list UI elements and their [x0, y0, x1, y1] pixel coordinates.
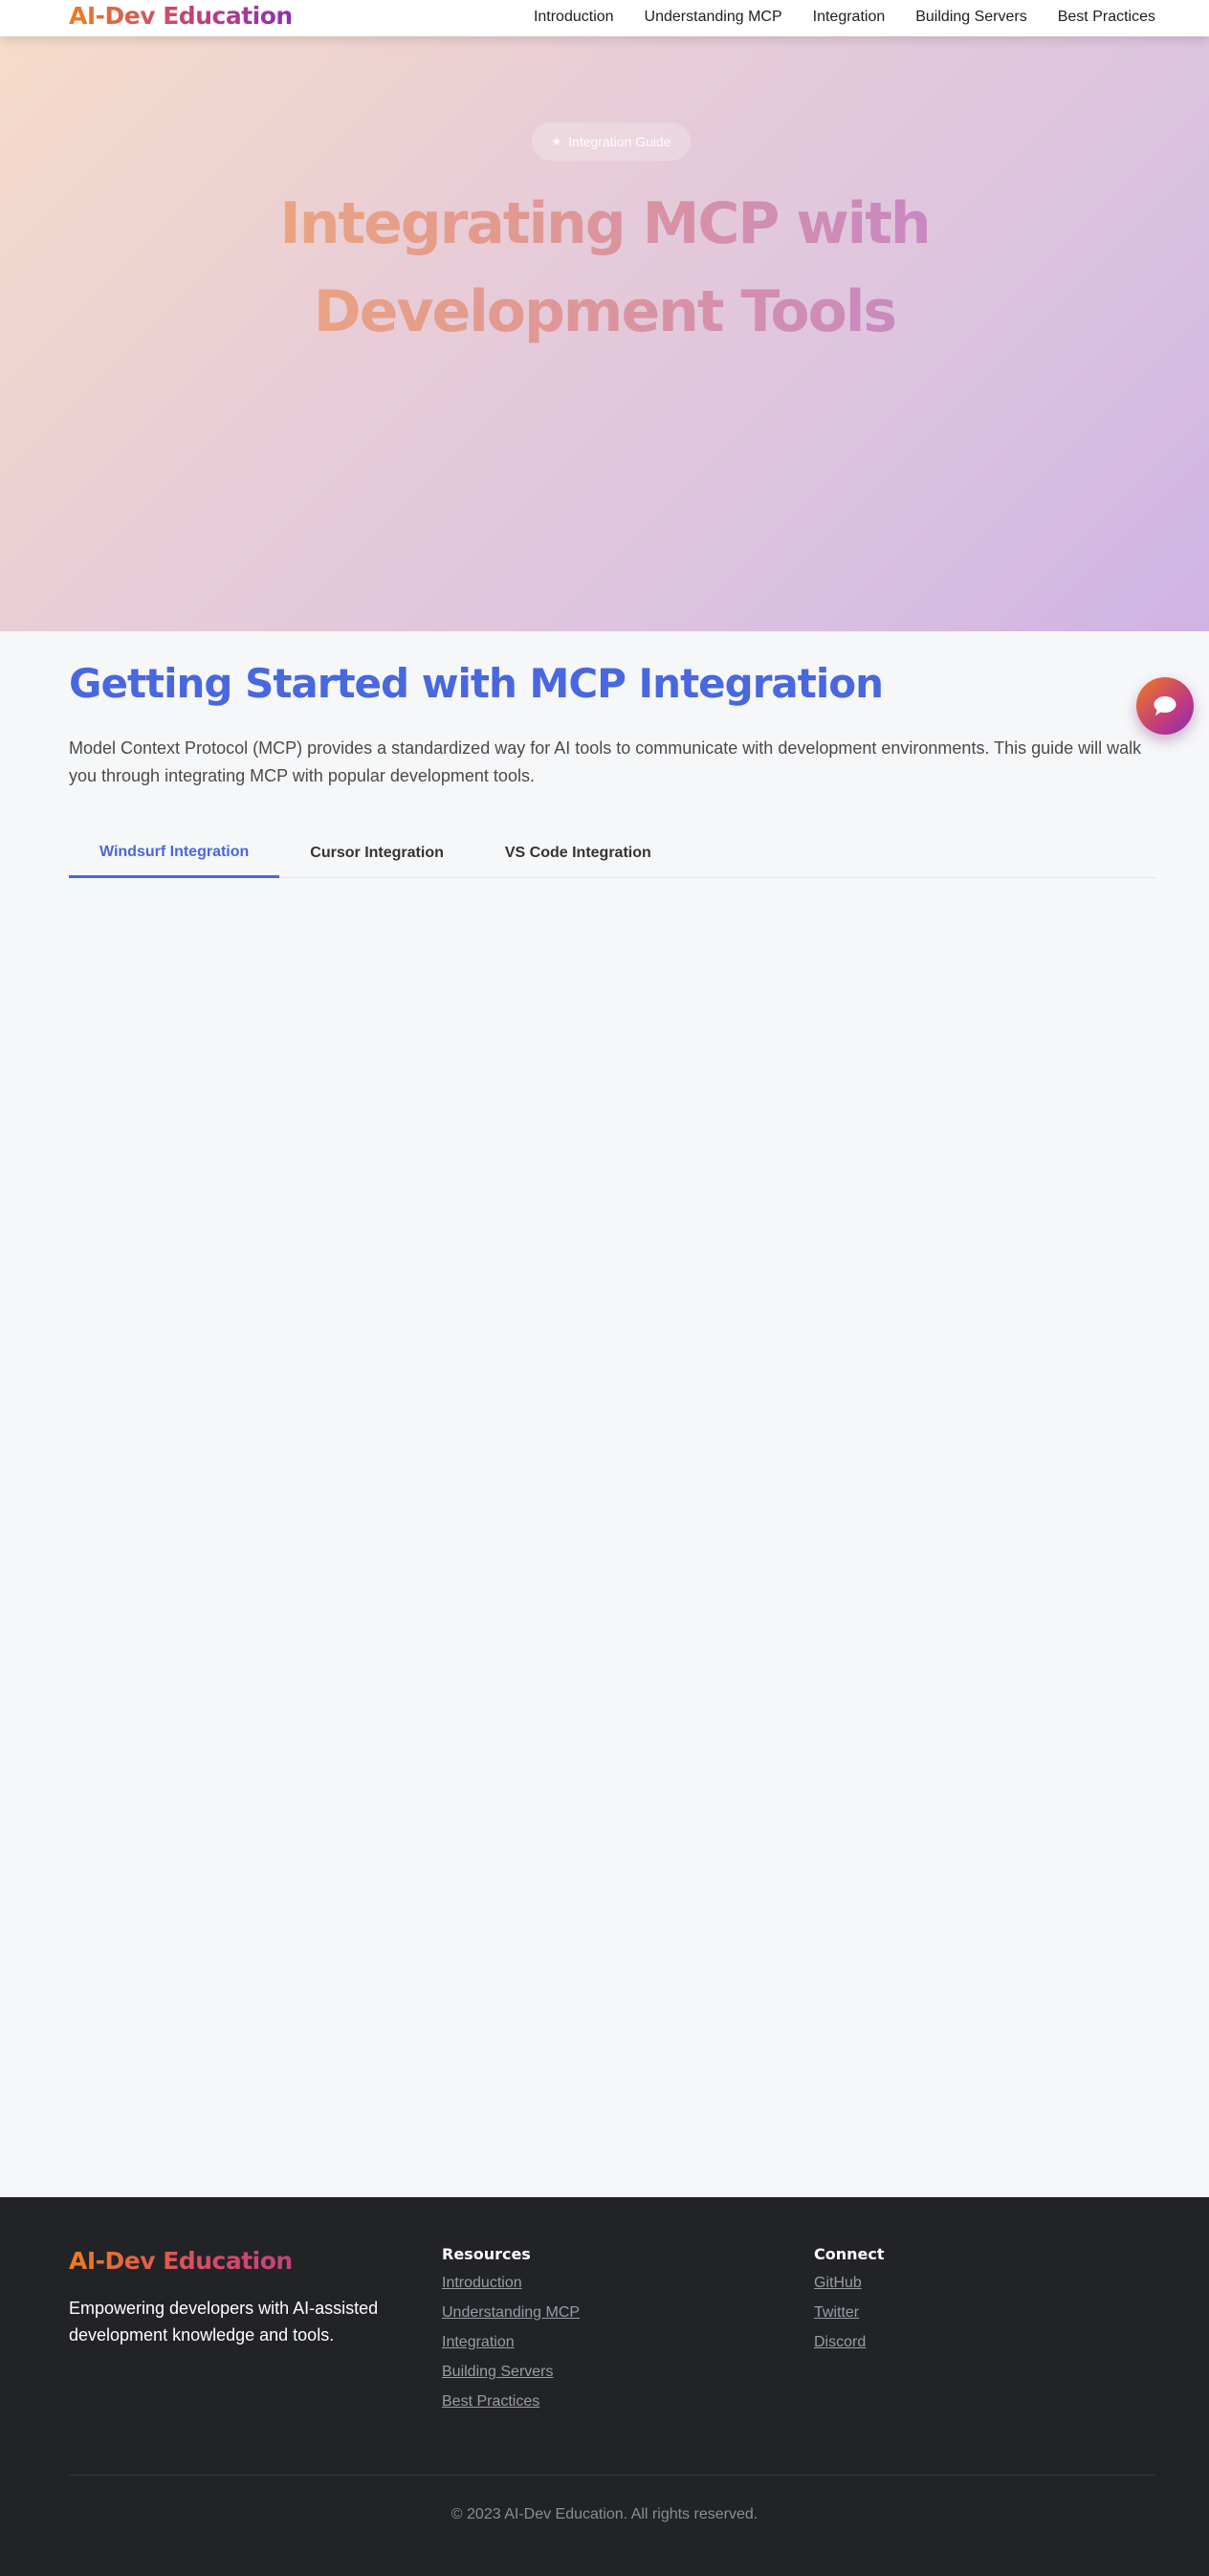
nav-link-building-servers[interactable]: Building Servers [915, 9, 1027, 26]
section-title: Getting Started with MCP Integration [69, 660, 884, 707]
integration-tabs: Windsurf Integration Cursor Integration … [69, 828, 1155, 878]
site-footer: AI-Dev Education Empowering developers w… [0, 2197, 1209, 2576]
section-description: Model Context Protocol (MCP) provides a … [69, 738, 1142, 785]
nav-link-understanding-mcp[interactable]: Understanding MCP [645, 9, 782, 26]
footer-resources: Resources Introduction Understanding MCP… [442, 2245, 580, 2423]
footer-divider [69, 2475, 1155, 2476]
tab-windsurf-integration[interactable]: Windsurf Integration [69, 828, 280, 878]
nav-links: Introduction Understanding MCP Integrati… [503, 9, 1155, 26]
footer-link-integration[interactable]: Integration [442, 2334, 580, 2351]
hero-title: Integrating MCP with Development Tools [222, 180, 987, 356]
footer-logo[interactable]: AI-Dev Education [69, 2247, 293, 2275]
footer-copyright: © 2023 AI-Dev Education. All rights rese… [451, 2506, 758, 2522]
tab-vscode-integration[interactable]: VS Code Integration [474, 828, 682, 878]
footer-link-github[interactable]: GitHub [814, 2275, 885, 2292]
top-nav: AI-Dev Education Introduction Understand… [0, 0, 1209, 36]
footer-link-best-practices[interactable]: Best Practices [442, 2393, 580, 2411]
star-icon: ★ [551, 135, 562, 148]
hero-title-line-1: Integrating MCP with [279, 190, 930, 257]
footer-link-discord[interactable]: Discord [814, 2334, 885, 2351]
nav-link-introduction[interactable]: Introduction [534, 9, 614, 26]
footer-connect-title: Connect [814, 2245, 885, 2263]
footer-resources-title: Resources [442, 2245, 531, 2263]
hero-badge-label: Integration Guide [568, 134, 671, 149]
nav-link-best-practices[interactable]: Best Practices [1058, 9, 1155, 26]
chat-bubble-icon [1154, 696, 1176, 716]
site-logo[interactable]: AI-Dev Education [69, 2, 293, 30]
hero-title-line-2: Development Tools [313, 278, 896, 345]
footer-link-twitter[interactable]: Twitter [814, 2304, 885, 2322]
hero-badge: ★ Integration Guide [532, 122, 691, 161]
nav-link-integration[interactable]: Integration [813, 9, 886, 26]
footer-link-understanding-mcp[interactable]: Understanding MCP [442, 2304, 580, 2322]
footer-link-introduction[interactable]: Introduction [442, 2275, 580, 2292]
footer-connect: Connect GitHub Twitter Discord [814, 2245, 885, 2364]
tab-cursor-integration[interactable]: Cursor Integration [279, 828, 474, 878]
hero-section: ★ Integration Guide Integrating MCP with… [0, 36, 1209, 631]
footer-tagline: Empowering developers with AI-assisted d… [69, 2299, 379, 2345]
chat-button[interactable] [1136, 677, 1194, 735]
footer-link-building-servers[interactable]: Building Servers [442, 2364, 580, 2381]
